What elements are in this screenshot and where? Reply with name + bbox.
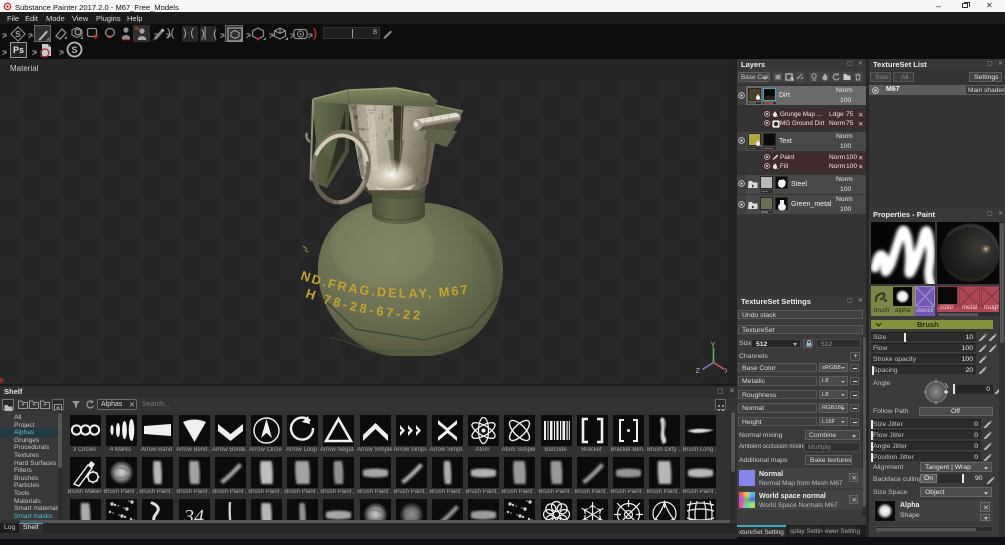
svg-text:Z: Z (696, 366, 701, 375)
svg-text:Y: Y (711, 340, 716, 349)
svg-text:S: S (15, 29, 21, 39)
svg-text:34: 34 (183, 506, 204, 520)
svg-text:S: S (71, 45, 77, 55)
